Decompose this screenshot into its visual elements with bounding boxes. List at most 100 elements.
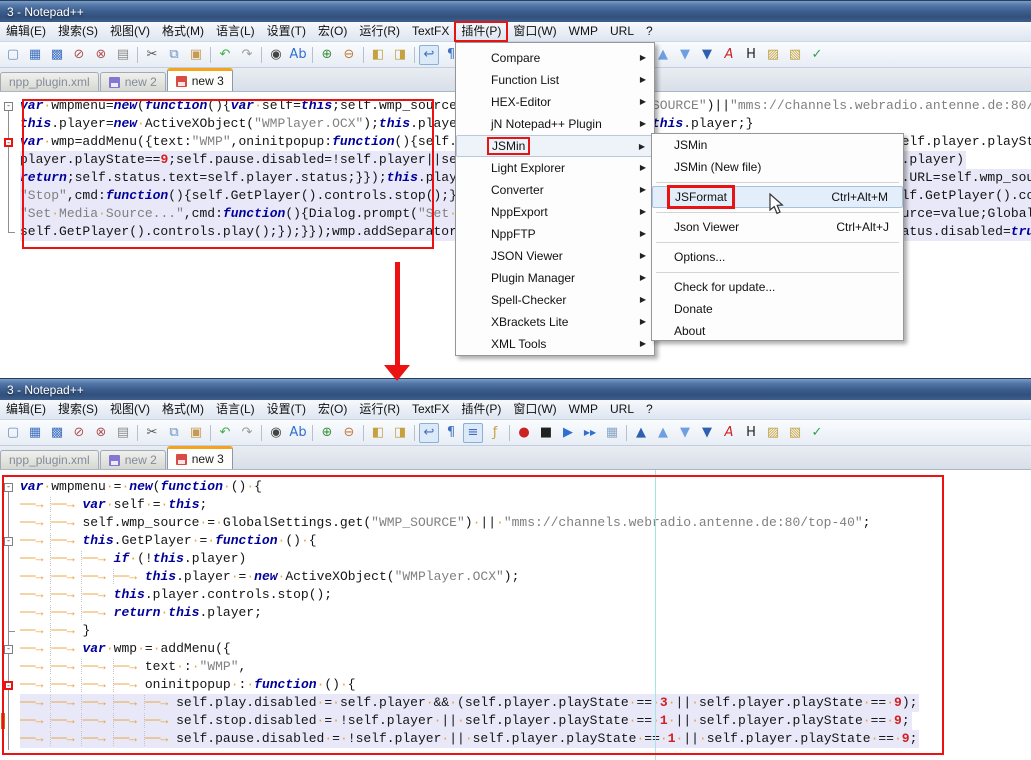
menubar-item-wmp[interactable]: WMP [563, 22, 604, 41]
plugins-menu-item-json-viewer[interactable]: JSON Viewer ▶ [456, 245, 654, 267]
fold-collapse-box[interactable]: - [4, 537, 13, 546]
menubar-item-macro[interactable]: 宏(O) [312, 400, 353, 419]
undo-button[interactable]: ↶ [215, 45, 235, 65]
plugins-menu-item-hex-editor[interactable]: HEX-Editor ▶ [456, 91, 654, 113]
zoom-out-button[interactable]: ⊖ [339, 45, 359, 65]
menubar-item-settings[interactable]: 设置(T) [261, 400, 312, 419]
fold-collapse-box[interactable]: - [4, 483, 13, 492]
export-pdf-button[interactable]: A [719, 45, 739, 65]
fold-current-button[interactable]: ▲ [653, 45, 673, 65]
word-wrap-button[interactable]: ↩ [419, 44, 439, 65]
plugins-menu-item-nppftp[interactable]: NppFTP ▶ [456, 223, 654, 245]
fold-collapse-box[interactable]: - [4, 102, 13, 111]
plugins-menu-item-xml-tools[interactable]: XML Tools ▶ [456, 333, 654, 355]
tab-new-2[interactable]: new 2 [99, 72, 166, 91]
jsmin-submenu-item-jsmin[interactable]: JSMin [652, 134, 903, 156]
link-folder-button[interactable]: ▧ [785, 45, 805, 65]
spell-check-button[interactable]: ✓ [807, 45, 827, 65]
function-list-button[interactable]: ƒ [485, 423, 505, 443]
fold-current-button[interactable]: ▲ [653, 423, 673, 443]
jsmin-submenu-item-json-viewer[interactable]: Json Viewer Ctrl+Alt+J [652, 216, 903, 238]
copy-button[interactable]: ⧉ [164, 423, 184, 443]
export-html-button[interactable]: H [741, 45, 761, 65]
unfold-current-button[interactable]: ▼ [675, 45, 695, 65]
paste-button[interactable]: ▣ [186, 423, 206, 443]
menubar-item-plugins[interactable]: 插件(P) [455, 400, 507, 419]
plugins-menu-item-compare[interactable]: Compare ▶ [456, 47, 654, 69]
plugins-menu-item-nppexport[interactable]: NppExport ▶ [456, 201, 654, 223]
code-line[interactable]: ──→ ──→ ──→ ──→ this.player·=·new·Active… [17, 568, 1031, 586]
jsmin-submenu-item-about[interactable]: About [652, 320, 903, 342]
macro-stop-button[interactable]: ■ [536, 423, 556, 443]
macro-save-button[interactable]: ▦ [602, 423, 622, 443]
close-button[interactable]: ⊘ [69, 45, 89, 65]
unfold-current-button[interactable]: ▼ [675, 423, 695, 443]
cut-button[interactable]: ✂ [142, 423, 162, 443]
macro-run-multiple-button[interactable]: ▶▶ [580, 423, 600, 443]
expand-all-button[interactable]: ▼ [697, 45, 717, 65]
plugins-menu-item-spell-checker[interactable]: Spell-Checker ▶ [456, 289, 654, 311]
fold-collapse-box-highlighted[interactable]: - [4, 681, 13, 691]
menubar-item-url[interactable]: URL [604, 400, 640, 419]
export-pdf-button[interactable]: A [719, 423, 739, 443]
new-file-button[interactable]: ▢ [3, 45, 23, 65]
show-all-characters-button[interactable]: ¶ [441, 423, 461, 443]
cut-button[interactable]: ✂ [142, 45, 162, 65]
menubar-item-plugins[interactable]: 插件(P) [454, 21, 509, 42]
menubar-item-search[interactable]: 搜索(S) [52, 22, 104, 41]
code-line[interactable]: ──→ ──→ self.wmp_source·=·GlobalSettings… [17, 514, 1031, 532]
close-button[interactable]: ⊘ [69, 423, 89, 443]
plugins-menu-item-xbrackets-lite[interactable]: XBrackets Lite ▶ [456, 311, 654, 333]
fold-collapse-box-highlighted[interactable]: - [4, 138, 13, 148]
code-line[interactable]: ──→ ──→ ──→ return·this.player; [17, 604, 1031, 622]
menubar-item-view[interactable]: 视图(V) [104, 22, 156, 41]
save-all-button[interactable]: ▩ [47, 423, 67, 443]
fold-collapse-box[interactable]: - [4, 645, 13, 654]
menubar-item-settings[interactable]: 设置(T) [261, 22, 312, 41]
sync-horizontal-button[interactable]: ◨ [390, 45, 410, 65]
menubar-item-format[interactable]: 格式(M) [156, 400, 210, 419]
new-file-button[interactable]: ▢ [3, 423, 23, 443]
plugins-menu-item-converter[interactable]: Converter ▶ [456, 179, 654, 201]
open-folder-button[interactable]: ▨ [763, 423, 783, 443]
plugins-menu-item-jn-notepad-plugin[interactable]: jN Notepad++ Plugin ▶ [456, 113, 654, 135]
redo-button[interactable]: ↷ [237, 45, 257, 65]
tab-new-3[interactable]: new 3 [166, 446, 233, 469]
menubar-item-help[interactable]: ? [640, 22, 659, 41]
code-line[interactable]: ──→ ──→ this.GetPlayer·=·function·()·{ [17, 532, 1031, 550]
menubar-item-macro[interactable]: 宏(O) [312, 22, 353, 41]
tab-new-3[interactable]: new 3 [166, 68, 233, 91]
menubar-item-window[interactable]: 窗口(W) [507, 400, 562, 419]
tab-npp-plugin-xml[interactable]: npp_plugin.xml [0, 72, 99, 91]
print-button[interactable]: ▤ [113, 423, 133, 443]
plugins-menu-item-plugin-manager[interactable]: Plugin Manager ▶ [456, 267, 654, 289]
code-line[interactable]: ──→ ──→ ──→ this.player.controls.stop(); [17, 586, 1031, 604]
jsmin-submenu-item-donate[interactable]: Donate [652, 298, 903, 320]
macro-play-button[interactable]: ▶ [558, 423, 578, 443]
zoom-in-button[interactable]: ⊕ [317, 45, 337, 65]
sync-horizontal-button[interactable]: ◨ [390, 423, 410, 443]
code-line[interactable]: ──→ ──→ ──→ ──→ oninitpopup·:·function·(… [17, 676, 1031, 694]
zoom-out-button[interactable]: ⊖ [339, 423, 359, 443]
menubar-item-edit[interactable]: 编辑(E) [0, 400, 52, 419]
menubar-item-textfx[interactable]: TextFX [406, 22, 455, 41]
paste-button[interactable]: ▣ [186, 45, 206, 65]
word-wrap-button[interactable]: ↩ [419, 422, 439, 443]
save-all-button[interactable]: ▩ [47, 45, 67, 65]
sync-vertical-button[interactable]: ◧ [368, 45, 388, 65]
spell-check-button[interactable]: ✓ [807, 423, 827, 443]
editor-after[interactable]: - - - - var·wmpmenu·=·new(function·()·{──→ ─… [0, 470, 1031, 760]
indent-guide-button[interactable]: ≡ [463, 422, 483, 443]
plugins-menu-item-jsmin[interactable]: JSMin ▶ [456, 135, 654, 157]
menubar-item-edit[interactable]: 编辑(E) [0, 22, 52, 41]
zoom-in-button[interactable]: ⊕ [317, 423, 337, 443]
print-button[interactable]: ▤ [113, 45, 133, 65]
code-line[interactable]: ──→ ──→ ──→ ──→ text·:·"WMP", [17, 658, 1031, 676]
menubar-item-format[interactable]: 格式(M) [156, 22, 210, 41]
close-all-button[interactable]: ⊗ [91, 45, 111, 65]
menubar-item-view[interactable]: 视图(V) [104, 400, 156, 419]
sync-vertical-button[interactable]: ◧ [368, 423, 388, 443]
code-line[interactable]: ──→ ──→ ──→ if·(!this.player) [17, 550, 1031, 568]
plugins-menu-item-light-explorer[interactable]: Light Explorer ▶ [456, 157, 654, 179]
find-button[interactable]: ◉ [266, 45, 286, 65]
